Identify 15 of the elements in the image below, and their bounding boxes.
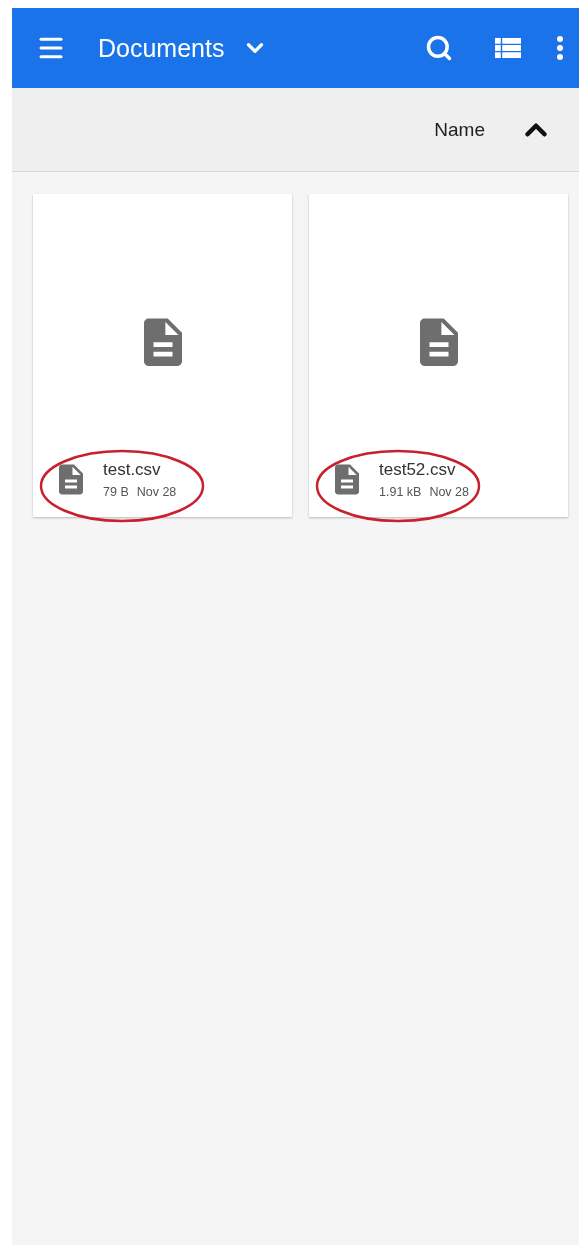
file-size: 79 B <box>103 485 129 499</box>
file-name: test52.csv <box>379 460 457 480</box>
document-icon <box>419 315 458 369</box>
file-size: 1.91 kB <box>379 485 422 499</box>
file-date: Nov 28 <box>429 485 469 499</box>
sort-by-name-button[interactable]: Name <box>434 118 485 141</box>
search-icon <box>425 34 453 62</box>
document-icon <box>335 463 359 496</box>
folder-dropdown[interactable]: Documents <box>98 33 269 63</box>
file-name: test.csv <box>103 460 162 480</box>
document-icon <box>143 315 182 369</box>
file-date: Nov 28 <box>136 485 177 499</box>
more-options-icon <box>557 36 563 60</box>
list-view-icon <box>495 37 521 59</box>
document-icon <box>59 463 83 496</box>
